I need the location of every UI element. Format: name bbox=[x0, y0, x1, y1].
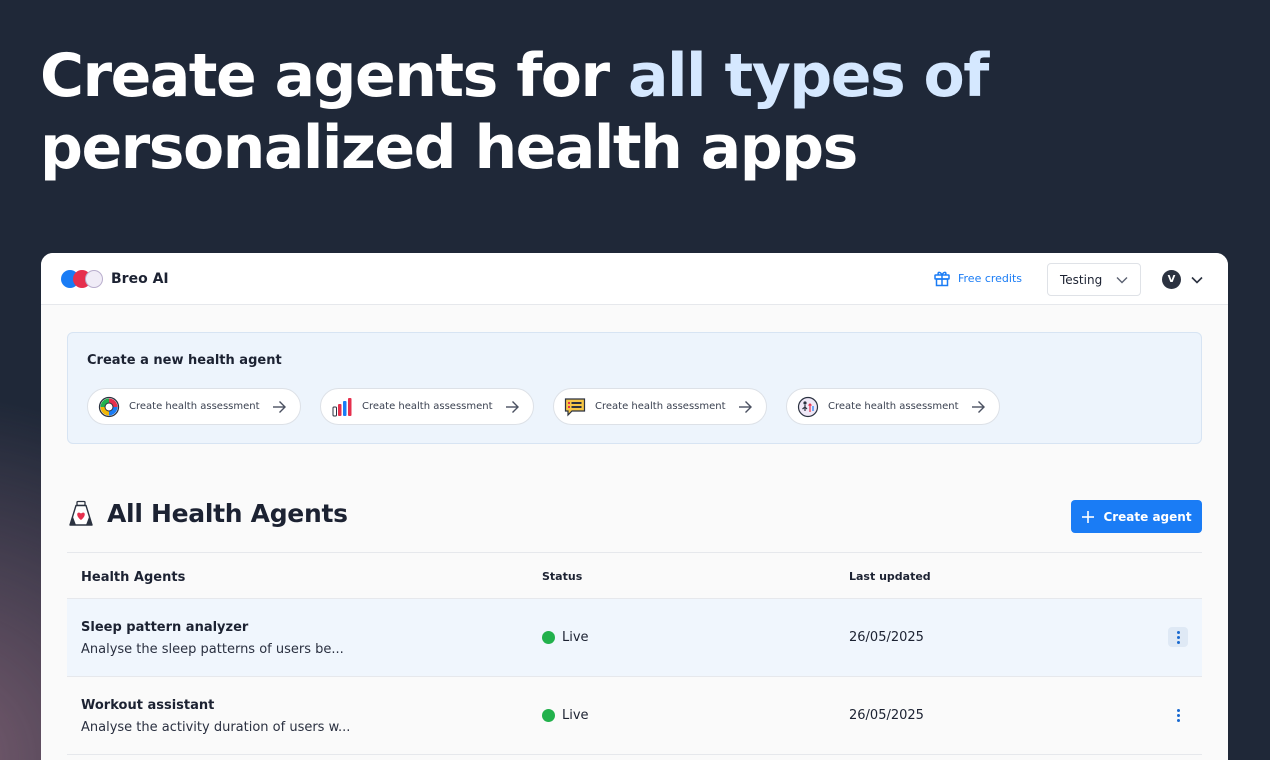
create-agent-label: Create agent bbox=[1103, 509, 1192, 524]
create-assessment-pill-3[interactable]: Create health assessment bbox=[553, 388, 767, 425]
free-credits-label: Free credits bbox=[958, 271, 1023, 285]
hero-headline: Create agents for all types of personali… bbox=[40, 40, 989, 184]
brand-name: Breo AI bbox=[111, 270, 169, 287]
arrow-right-icon bbox=[972, 401, 985, 413]
more-options-icon[interactable] bbox=[1168, 705, 1188, 725]
environment-value: Testing bbox=[1060, 272, 1103, 287]
avatar: V bbox=[1162, 270, 1181, 289]
plus-icon bbox=[1082, 510, 1095, 523]
pill-label: Create health assessment bbox=[595, 401, 726, 412]
agent-name: Workout assistant bbox=[81, 698, 215, 713]
app-window: Breo AI Free credits Testing V Create a … bbox=[41, 253, 1228, 760]
gift-icon bbox=[934, 271, 950, 287]
top-bar: Breo AI Free credits Testing V bbox=[41, 253, 1228, 305]
hero-line-2: personalized health apps bbox=[40, 113, 858, 183]
account-menu[interactable]: V bbox=[1162, 270, 1203, 289]
agents-section-header: All Health Agents bbox=[67, 499, 348, 528]
table-row[interactable]: Workout assistant Analyse the activity d… bbox=[67, 677, 1202, 755]
status-label: Live bbox=[562, 630, 589, 645]
chat-list-icon bbox=[564, 396, 586, 418]
environment-select[interactable]: Testing bbox=[1047, 263, 1141, 296]
table-row[interactable]: Sleep pattern analyzer Analyse the sleep… bbox=[67, 599, 1202, 677]
logo[interactable]: Breo AI bbox=[61, 269, 169, 288]
status-label: Live bbox=[562, 708, 589, 723]
pill-label: Create health assessment bbox=[129, 401, 260, 412]
bar-chart-icon bbox=[331, 396, 353, 418]
last-updated: 26/05/2025 bbox=[849, 630, 924, 645]
agent-description: Analyse the sleep patterns of users be..… bbox=[81, 642, 344, 657]
arrow-right-icon bbox=[739, 401, 752, 413]
create-assessment-pill-4[interactable]: Create health assessment bbox=[786, 388, 1000, 425]
chevron-down-icon bbox=[1191, 276, 1203, 284]
create-assessment-pill-2[interactable]: Create health assessment bbox=[320, 388, 534, 425]
more-options-icon[interactable] bbox=[1168, 627, 1188, 647]
create-panel-title: Create a new health agent bbox=[87, 353, 282, 368]
activity-icon bbox=[797, 396, 819, 418]
hero-line-1: Create agents for all types of bbox=[40, 40, 989, 112]
health-agent-icon bbox=[69, 500, 93, 526]
agent-description: Analyse the activity duration of users w… bbox=[81, 720, 351, 735]
column-header-updated[interactable]: Last updated bbox=[849, 570, 931, 583]
create-agent-button[interactable]: Create agent bbox=[1071, 500, 1202, 533]
pie-chart-icon bbox=[98, 396, 120, 418]
chevron-down-icon bbox=[1116, 277, 1128, 284]
column-header-agents[interactable]: Health Agents bbox=[81, 570, 185, 585]
create-agent-panel: Create a new health agent Create health … bbox=[67, 332, 1202, 444]
column-header-status[interactable]: Status bbox=[542, 570, 582, 583]
status-dot-icon bbox=[542, 631, 555, 644]
agent-name: Sleep pattern analyzer bbox=[81, 620, 249, 635]
pill-label: Create health assessment bbox=[362, 401, 493, 412]
agents-table: Health Agents Status Last updated Sleep … bbox=[67, 552, 1202, 755]
hero-line-1-accent: all types of bbox=[628, 41, 989, 111]
status-badge: Live bbox=[542, 630, 589, 645]
arrow-right-icon bbox=[506, 401, 519, 413]
status-badge: Live bbox=[542, 708, 589, 723]
pill-label: Create health assessment bbox=[828, 401, 959, 412]
create-assessment-pill-1[interactable]: Create health assessment bbox=[87, 388, 301, 425]
table-header: Health Agents Status Last updated bbox=[67, 552, 1202, 599]
free-credits-link[interactable]: Free credits bbox=[933, 269, 1022, 287]
arrow-right-icon bbox=[273, 401, 286, 413]
status-dot-icon bbox=[542, 709, 555, 722]
last-updated: 26/05/2025 bbox=[849, 708, 924, 723]
hero-line-1-white: Create agents for bbox=[40, 41, 628, 111]
section-title: All Health Agents bbox=[107, 499, 348, 528]
logo-mark-icon bbox=[61, 269, 105, 288]
